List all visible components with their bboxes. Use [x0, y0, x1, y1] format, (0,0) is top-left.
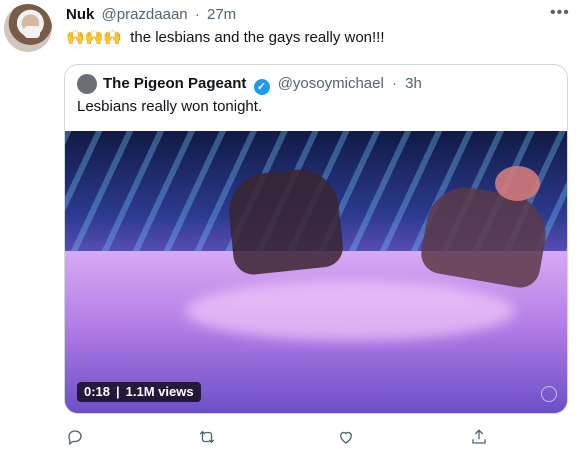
video-views: 1.1M views [125, 384, 194, 399]
quoted-tweet-text: Lesbians really won tonight. [77, 98, 263, 115]
quoted-tweet-time[interactable]: 3h [405, 75, 422, 92]
author-avatar[interactable] [4, 4, 52, 52]
tweet-time[interactable]: 27m [207, 6, 236, 23]
video-info-badge: 0:18 | 1.1M views [77, 382, 201, 402]
header-separator: · [194, 6, 200, 23]
quoted-header-separator: · [391, 75, 397, 92]
author-name[interactable]: Nuk [66, 6, 94, 23]
video-player[interactable]: 0:18 | 1.1M views [65, 131, 567, 413]
share-icon[interactable] [468, 426, 490, 448]
tweet-text: 🙌🙌🙌 the lesbians and the gays really won… [66, 28, 385, 46]
tweet-header: Nuk @prazdaaan · 27m [66, 6, 236, 23]
quoted-tweet[interactable]: The Pigeon Pageant ✓ @yosoymichael · 3h … [64, 64, 568, 414]
avatar-mask-detail [24, 26, 40, 38]
video-duration: 0:18 [84, 384, 111, 399]
video-stage-glow [185, 281, 515, 341]
quoted-author-name[interactable]: The Pigeon Pageant [103, 75, 246, 92]
video-performer-left [225, 165, 345, 277]
verified-badge-icon: ✓ [253, 79, 270, 95]
quoted-author-avatar[interactable] [77, 74, 97, 94]
reply-icon[interactable] [64, 426, 86, 448]
raising-hands-emoji: 🙌🙌🙌 [66, 29, 123, 46]
quoted-tweet-header: The Pigeon Pageant ✓ @yosoymichael · 3h [103, 75, 422, 95]
retweet-icon[interactable] [196, 426, 218, 448]
video-performer-hair [495, 166, 540, 201]
tweet-actions [64, 426, 568, 448]
video-watermark-icon [541, 386, 557, 402]
badge-separator: | [116, 384, 120, 399]
author-handle[interactable]: @prazdaaan [102, 6, 188, 23]
more-dots-icon[interactable]: ••• [550, 4, 570, 22]
tweet[interactable]: Nuk @prazdaaan · 27m ••• 🙌🙌🙌 the lesbian… [0, 0, 577, 457]
quoted-author-handle[interactable]: @yosoymichael [278, 75, 384, 92]
like-icon[interactable] [335, 426, 357, 448]
tweet-text-body: the lesbians and the gays really won!!! [130, 29, 385, 46]
